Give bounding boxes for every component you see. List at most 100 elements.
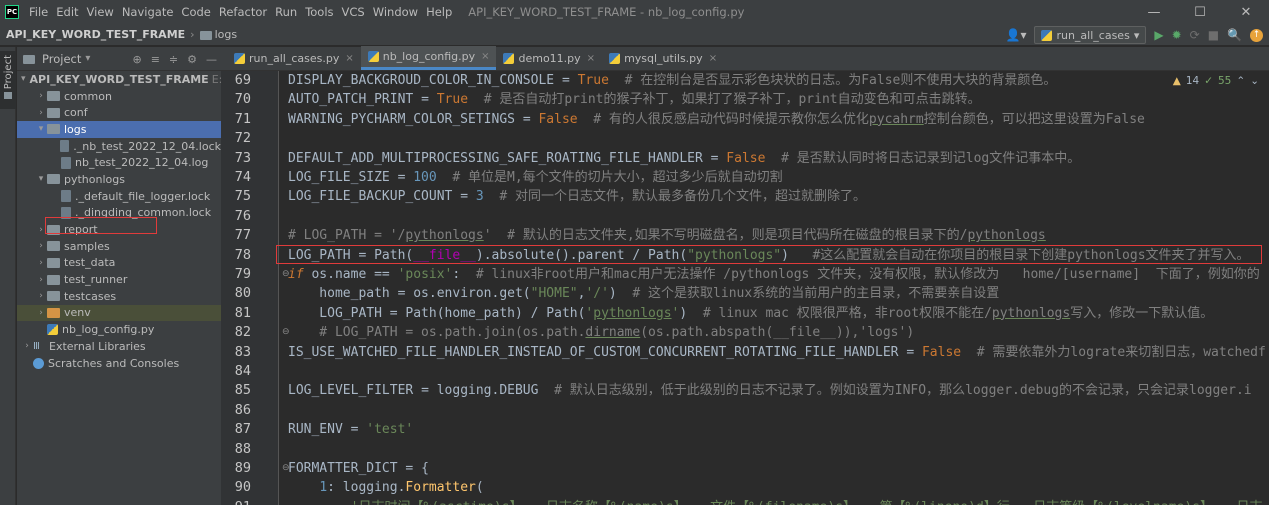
tree-item[interactable]: › test_runner	[17, 271, 221, 288]
debug-icon[interactable]: ✹	[1172, 28, 1182, 42]
chevron-right-icon[interactable]: ›	[35, 275, 47, 285]
menu-run[interactable]: Run	[271, 5, 301, 19]
minimize-button[interactable]: —	[1131, 0, 1177, 24]
fold-icon[interactable]: ⊖	[282, 463, 290, 473]
code-line-80: home_path = os.environ.get("HOME",'/') #…	[288, 286, 1000, 302]
expand-all-icon[interactable]: ≡	[151, 53, 160, 66]
tree-item[interactable]: ._dingding_common.lock	[17, 205, 221, 222]
code-editor[interactable]: 69 70 71 72 73 74 75 76 77 78 79 80 81 82 83 84 85 86 87 88…	[221, 71, 1269, 505]
chevron-down-icon: ▾	[1133, 28, 1140, 42]
menu-edit[interactable]: Edit	[52, 5, 82, 19]
inspection-widget[interactable]: ▲ 14 ✓ 55 ⌃ ⌄	[1173, 75, 1259, 87]
tab-mysql-utils[interactable]: mysql_utils.py ×	[602, 46, 724, 70]
tree-item[interactable]: nb_test_2022_12_04.log	[17, 154, 221, 171]
line-number: 71	[234, 110, 251, 127]
tree-item[interactable]: › venv	[17, 304, 221, 322]
menu-refactor[interactable]: Refactor	[215, 5, 271, 19]
user-icon[interactable]: 👤▾	[1006, 28, 1027, 42]
folder-icon	[47, 291, 60, 302]
fold-icon[interactable]: ⊖	[282, 269, 290, 279]
coverage-icon[interactable]: ⟳	[1190, 28, 1200, 42]
chevron-right-icon[interactable]: ›	[21, 341, 33, 351]
tree-item-label: API_KEY_WORD_TEST_FRAME	[29, 72, 209, 86]
tree-item[interactable]: › testcases	[17, 288, 221, 305]
tab-demo11[interactable]: demo11.py ×	[496, 46, 602, 70]
chevron-down-icon[interactable]: ▾	[85, 53, 90, 64]
collapse-all-icon[interactable]: ≑	[169, 53, 178, 66]
tree-item[interactable]: › test_data	[17, 255, 221, 272]
breadcrumb-folder[interactable]: logs	[215, 28, 238, 41]
search-icon[interactable]: 🔍	[1227, 28, 1242, 42]
chevron-down-icon[interactable]: ▾	[21, 74, 26, 84]
project-tool-tab[interactable]: Project	[0, 51, 16, 109]
project-tree: ▾API_KEY_WORD_TEST_FRAMEE:\›common›conf▾…	[17, 71, 221, 371]
menu-view[interactable]: View	[83, 5, 118, 19]
line-number: 83	[234, 343, 251, 360]
tree-item-label: testcases	[64, 289, 117, 303]
breadcrumb: API_KEY_WORD_TEST_FRAME › logs	[0, 28, 237, 41]
close-button[interactable]: ✕	[1223, 0, 1269, 24]
tab-run-all-cases[interactable]: run_all_cases.py ×	[227, 46, 361, 70]
chevron-right-icon[interactable]: ›	[35, 225, 47, 235]
close-icon[interactable]: ×	[587, 53, 595, 64]
close-icon[interactable]: ×	[345, 53, 353, 64]
tree-item-label: samples	[64, 239, 110, 253]
close-icon[interactable]: ×	[481, 51, 489, 62]
tab-nb-log-config[interactable]: nb_log_config.py ×	[360, 46, 497, 70]
chevron-right-icon[interactable]: ›	[35, 108, 47, 118]
close-icon[interactable]: ×	[709, 53, 717, 64]
update-icon[interactable]: ↑	[1250, 28, 1263, 42]
menu-code[interactable]: Code	[177, 5, 214, 19]
tree-item[interactable]: › samples	[17, 238, 221, 255]
tree-item[interactable]: nb_log_config.py	[17, 321, 221, 338]
fold-icon[interactable]: ⊖	[282, 327, 290, 337]
tree-item-label: report	[64, 223, 98, 237]
locate-icon[interactable]: ⊕	[132, 53, 141, 66]
chevron-right-icon[interactable]: ›	[35, 91, 47, 101]
chevron-right-icon[interactable]: ›	[35, 291, 47, 301]
menu-tools[interactable]: Tools	[301, 5, 337, 19]
tree-item[interactable]: ▾API_KEY_WORD_TEST_FRAMEE:\	[17, 71, 221, 88]
tree-item[interactable]: › report	[17, 221, 221, 238]
previous-highlight-icon[interactable]: ⌃	[1236, 75, 1245, 87]
menu-window[interactable]: Window	[369, 5, 422, 19]
tree-item[interactable]: › common	[17, 88, 221, 105]
next-highlight-icon[interactable]: ⌄	[1250, 75, 1259, 87]
breadcrumb-project[interactable]: API_KEY_WORD_TEST_FRAME	[6, 28, 185, 41]
stop-icon[interactable]: ■	[1208, 28, 1219, 42]
tree-item-label: Scratches and Consoles	[48, 356, 180, 370]
menu-navigate[interactable]: Navigate	[118, 5, 178, 19]
chevron-down-icon[interactable]: ▾	[35, 124, 47, 134]
run-icon[interactable]: ▶	[1154, 28, 1163, 42]
chevron-right-icon[interactable]: ›	[35, 241, 47, 251]
gear-icon[interactable]: ⚙	[187, 53, 197, 66]
code-line-85: LOG_LEVEL_FILTER = logging.DEBUG # 默认日志级…	[288, 383, 1252, 399]
line-number: 90	[234, 479, 251, 496]
tool-window-stripe: Project	[0, 47, 16, 505]
excluded-folder-icon	[47, 307, 60, 318]
menu-vcs[interactable]: VCS	[338, 5, 369, 19]
tree-item[interactable]: Scratches and Consoles	[17, 355, 221, 372]
tree-item[interactable]: ▾ logs	[17, 121, 221, 138]
tree-item[interactable]: › Ⅲ External Libraries	[17, 338, 221, 355]
tree-item[interactable]: › conf	[17, 104, 221, 121]
code-line-70: AUTO_PATCH_PRINT = True # 是否自动打print的猴子补…	[288, 92, 981, 108]
chevron-down-icon[interactable]: ▾	[35, 174, 47, 184]
maximize-button[interactable]: ☐	[1177, 0, 1223, 24]
tree-item[interactable]: ._nb_test_2022_12_04.lock	[17, 138, 221, 155]
tree-item-label: conf	[64, 106, 88, 120]
menu-file[interactable]: File	[25, 5, 52, 19]
run-configuration-select[interactable]: run_all_cases ▾	[1034, 26, 1147, 44]
project-view-select[interactable]: Project	[42, 52, 81, 66]
chevron-right-icon[interactable]: ›	[35, 258, 47, 268]
hide-icon[interactable]: —	[206, 53, 217, 66]
tree-item-label: ._default_file_logger.lock	[75, 189, 211, 203]
tree-item[interactable]: ._default_file_logger.lock	[17, 188, 221, 205]
folder-icon	[47, 174, 60, 185]
folder-icon	[47, 274, 60, 285]
line-number: 81	[234, 304, 251, 321]
chevron-right-icon[interactable]: ›	[35, 308, 47, 318]
line-number: 73	[234, 149, 251, 166]
tree-item[interactable]: ▾ pythonlogs	[17, 171, 221, 188]
menu-help[interactable]: Help	[422, 5, 456, 19]
